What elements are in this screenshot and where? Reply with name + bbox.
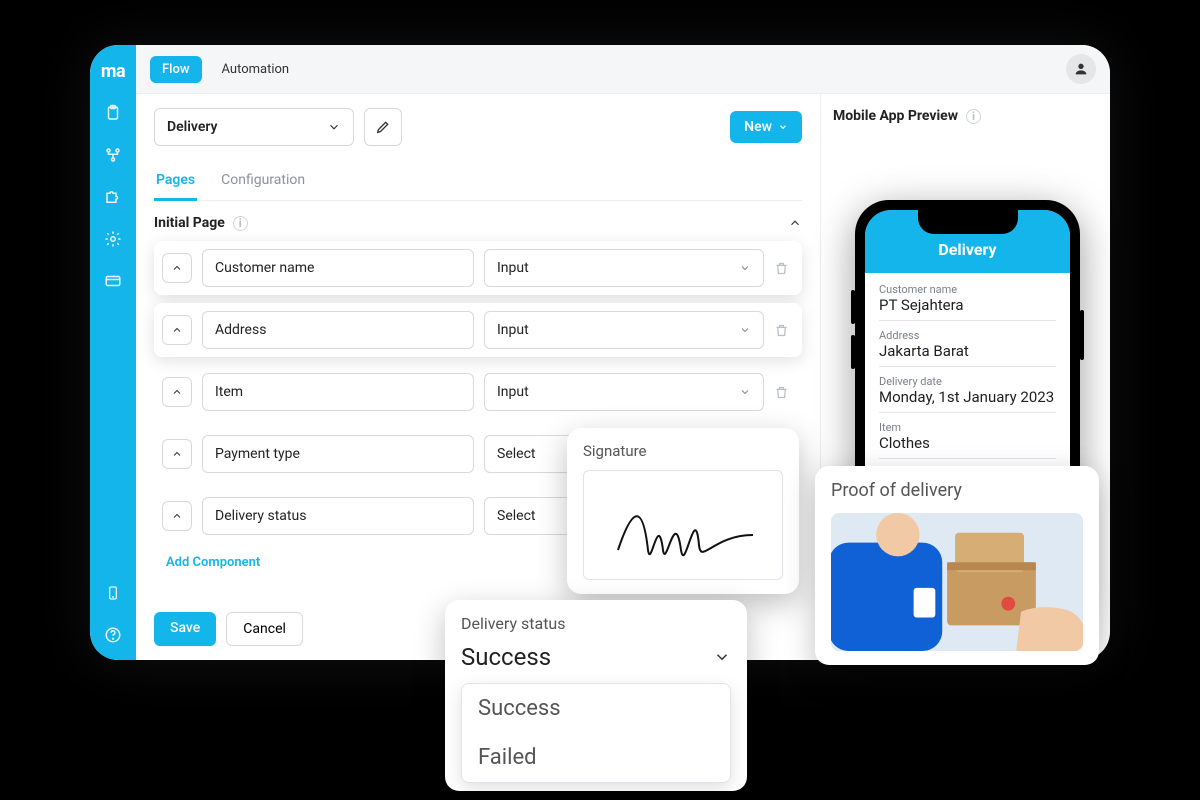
- field-value: Clothes: [879, 434, 1056, 459]
- trash-icon: [774, 261, 789, 276]
- card-icon[interactable]: [102, 270, 124, 292]
- component-row: Customer name Input: [154, 241, 802, 295]
- component-row: Address Input: [154, 303, 802, 357]
- phone-notch: [918, 210, 1018, 234]
- edit-button[interactable]: [364, 108, 402, 146]
- chevron-up-icon: [171, 386, 183, 398]
- field-label: Customer name: [879, 283, 1056, 296]
- expand-row-button[interactable]: [162, 315, 192, 345]
- field-value: PT Sejahtera: [879, 296, 1056, 321]
- info-icon[interactable]: i: [233, 216, 248, 231]
- component-label-input[interactable]: Customer name: [202, 249, 474, 287]
- subtab-pages[interactable]: Pages: [154, 162, 197, 201]
- tab-automation[interactable]: Automation: [210, 56, 302, 83]
- chevron-up-icon: [171, 510, 183, 522]
- status-card: Delivery status Success Success Failed: [445, 600, 747, 791]
- chevron-down-icon: [739, 262, 751, 274]
- status-option[interactable]: Success: [462, 684, 730, 733]
- component-type-select[interactable]: Input: [484, 373, 764, 411]
- chevron-up-icon: [788, 216, 802, 230]
- signature-icon: [603, 480, 763, 570]
- status-options: Success Failed: [461, 683, 731, 783]
- status-selected: Success: [461, 643, 551, 671]
- collapse-section-button[interactable]: [788, 216, 802, 230]
- chevron-down-icon: [327, 120, 341, 134]
- proof-image: [831, 513, 1083, 651]
- field-value: Monday, 1st January 2023: [879, 388, 1056, 413]
- subtabs: Pages Configuration: [154, 162, 802, 201]
- chevron-down-icon: [739, 324, 751, 336]
- signature-card: Signature: [567, 428, 799, 594]
- topbar: Flow Automation: [136, 45, 1110, 93]
- chevron-down-icon: [778, 122, 788, 132]
- cancel-button[interactable]: Cancel: [226, 612, 303, 646]
- delete-row-button[interactable]: [774, 385, 794, 400]
- chevron-down-icon: [713, 648, 731, 666]
- preview-title-text: Mobile App Preview: [833, 108, 958, 124]
- expand-row-button[interactable]: [162, 501, 192, 531]
- field-label: Delivery date: [879, 375, 1056, 388]
- status-select[interactable]: Success: [461, 639, 731, 681]
- puzzle-icon[interactable]: [102, 186, 124, 208]
- component-label-input[interactable]: Payment type: [202, 435, 474, 473]
- mobile-icon[interactable]: [102, 582, 124, 604]
- trash-icon: [774, 323, 789, 338]
- field-label: Item: [879, 421, 1056, 434]
- delete-row-button[interactable]: [774, 323, 794, 338]
- expand-row-button[interactable]: [162, 253, 192, 283]
- component-type-select[interactable]: Input: [484, 249, 764, 287]
- subtab-configuration[interactable]: Configuration: [219, 162, 307, 200]
- signature-pad[interactable]: [583, 470, 783, 580]
- component-row: Item Input: [154, 365, 802, 419]
- proof-card: Proof of delivery: [815, 466, 1099, 665]
- clipboard-icon[interactable]: [102, 102, 124, 124]
- flow-select-label: Delivery: [167, 119, 218, 135]
- flow-icon[interactable]: [102, 144, 124, 166]
- new-button[interactable]: New: [730, 111, 802, 143]
- brand-logo: ma: [101, 61, 125, 82]
- proof-title: Proof of delivery: [831, 480, 1083, 501]
- chevron-up-icon: [171, 448, 183, 460]
- sidebar-rail: ma: [90, 45, 136, 660]
- new-button-label: New: [744, 119, 772, 135]
- chevron-up-icon: [171, 262, 183, 274]
- info-icon[interactable]: i: [966, 109, 981, 124]
- flow-select[interactable]: Delivery: [154, 108, 354, 146]
- field-label: Address: [879, 329, 1056, 342]
- trash-icon: [774, 385, 789, 400]
- status-title: Delivery status: [461, 614, 731, 633]
- component-label-input[interactable]: Delivery status: [202, 497, 474, 535]
- section-title-text: Initial Page: [154, 215, 225, 231]
- expand-row-button[interactable]: [162, 377, 192, 407]
- chevron-up-icon: [171, 324, 183, 336]
- save-button[interactable]: Save: [154, 612, 216, 646]
- expand-row-button[interactable]: [162, 439, 192, 469]
- status-option[interactable]: Failed: [462, 733, 730, 782]
- signature-title: Signature: [583, 442, 783, 460]
- component-label-input[interactable]: Address: [202, 311, 474, 349]
- pencil-icon: [375, 119, 391, 135]
- field-value: Jakarta Barat: [879, 342, 1056, 367]
- section-header: Initial Page i: [154, 215, 802, 231]
- tab-flow[interactable]: Flow: [150, 56, 202, 83]
- delete-row-button[interactable]: [774, 261, 794, 276]
- chevron-down-icon: [739, 386, 751, 398]
- component-label-input[interactable]: Item: [202, 373, 474, 411]
- help-icon[interactable]: [102, 624, 124, 646]
- gear-icon[interactable]: [102, 228, 124, 250]
- profile-avatar[interactable]: [1066, 54, 1096, 84]
- component-type-select[interactable]: Input: [484, 311, 764, 349]
